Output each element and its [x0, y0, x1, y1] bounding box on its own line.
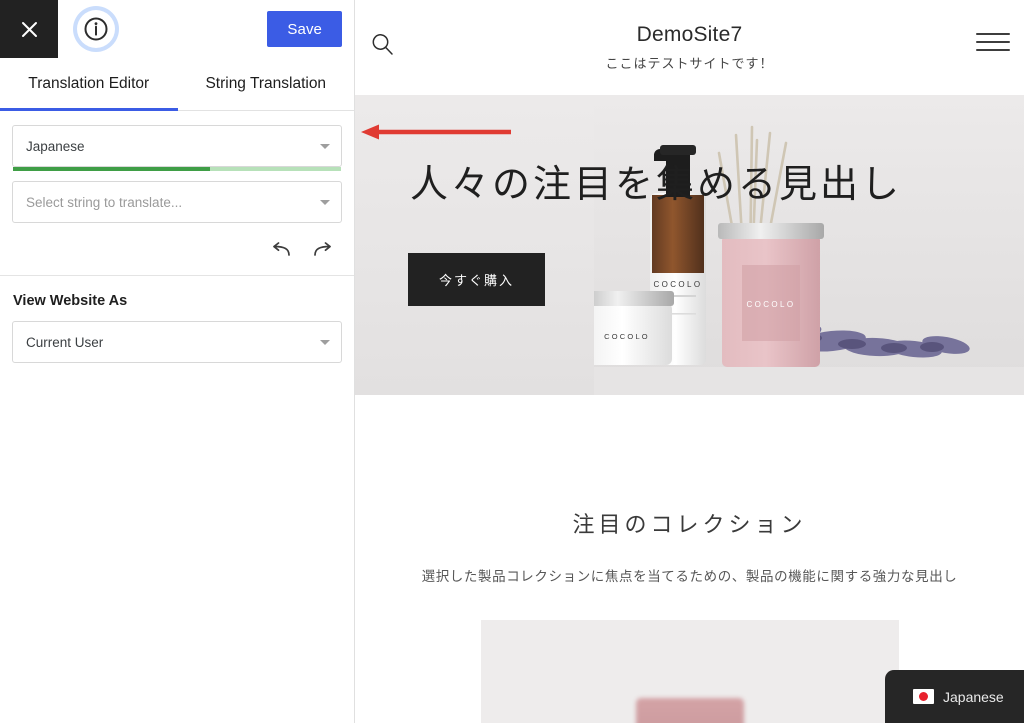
language-select-value: Japanese — [26, 138, 85, 154]
language-badge-label: Japanese — [943, 688, 1004, 705]
site-header: DemoSite7 ここはテストサイトです！ — [355, 0, 1024, 95]
hamburger-menu-icon-line — [976, 49, 1010, 51]
tab-string-translation-label: String Translation — [205, 75, 327, 92]
svg-text:COCOLO: COCOLO — [604, 332, 650, 341]
history-controls — [12, 237, 342, 275]
undo-icon — [273, 242, 290, 256]
undo-button[interactable] — [270, 239, 292, 261]
panel-toolbar: Save — [0, 0, 354, 58]
view-website-as-value: Current User — [26, 334, 104, 350]
close-button[interactable] — [0, 0, 58, 58]
hero-banner: COCOLO COCOLO COCOLO 人々の注目を集める見出し 今すぐ購入 — [355, 95, 1024, 395]
hero-product-image: COCOLO COCOLO COCOLO — [594, 95, 1024, 395]
site-title: DemoSite7 — [636, 23, 743, 46]
hamburger-menu-button[interactable] — [976, 33, 1010, 51]
hamburger-menu-icon-line — [976, 33, 1010, 35]
search-button[interactable] — [370, 32, 395, 62]
language-badge[interactable]: Japanese — [885, 670, 1024, 723]
info-button[interactable] — [77, 10, 115, 48]
tab-translation-editor-label: Translation Editor — [28, 75, 150, 92]
svg-text:COCOLO: COCOLO — [746, 300, 795, 309]
collection-title: 注目のコレクション — [572, 512, 807, 537]
redo-button[interactable] — [312, 239, 334, 261]
redo-icon — [314, 242, 331, 256]
view-website-as-field: Current User — [12, 321, 342, 363]
tab-translation-editor[interactable]: Translation Editor — [0, 58, 178, 111]
panel-tabs: Translation Editor String Translation — [0, 58, 354, 111]
chevron-down-icon — [320, 200, 330, 205]
save-button[interactable]: Save — [267, 11, 342, 47]
translation-editor-screen: Save Translation Editor String Translati… — [0, 0, 1024, 723]
japan-flag-icon — [913, 689, 934, 704]
view-website-as-select[interactable]: Current User — [12, 321, 342, 363]
collection-subtitle: 選択した製品コレクションに焦点を当てるための、製品の機能に関する強力な見出し — [421, 569, 958, 584]
hero-heading: 人々の注目を集める見出し — [410, 164, 903, 206]
chevron-down-icon — [320, 144, 330, 149]
view-website-as-label: View Website As — [13, 293, 128, 309]
collection-image — [480, 620, 899, 723]
language-select-field: Japanese — [12, 125, 342, 171]
hero-cta-button[interactable]: 今すぐ購入 — [408, 253, 546, 306]
hamburger-menu-icon-line — [976, 41, 1010, 43]
tab-string-translation[interactable]: String Translation — [178, 58, 355, 110]
red-left-arrow-annotation — [361, 124, 511, 140]
language-select[interactable]: Japanese — [12, 125, 342, 167]
translation-progress-bar — [13, 167, 341, 171]
string-select[interactable]: Select string to translate... — [12, 181, 342, 223]
string-select-placeholder: Select string to translate... — [26, 194, 183, 210]
string-select-field: Select string to translate... — [12, 181, 342, 223]
collection-product-thumbnail — [635, 698, 744, 723]
site-tagline: ここはテストサイトです！ — [605, 56, 774, 71]
panel-body: Japanese Select string to translate... V… — [0, 111, 354, 377]
chevron-down-icon — [320, 340, 330, 345]
search-icon — [372, 34, 393, 55]
translation-progress-fill — [13, 167, 210, 171]
close-icon — [21, 21, 37, 37]
svg-text:COCOLO: COCOLO — [653, 280, 702, 289]
translation-panel: Save Translation Editor String Translati… — [0, 0, 355, 723]
info-icon — [84, 17, 108, 41]
site-branding: DemoSite7 ここはテストサイトです！ — [605, 23, 773, 72]
site-preview: DemoSite7 ここはテストサイトです！ COCOLO COCOLO COC… — [355, 0, 1024, 723]
